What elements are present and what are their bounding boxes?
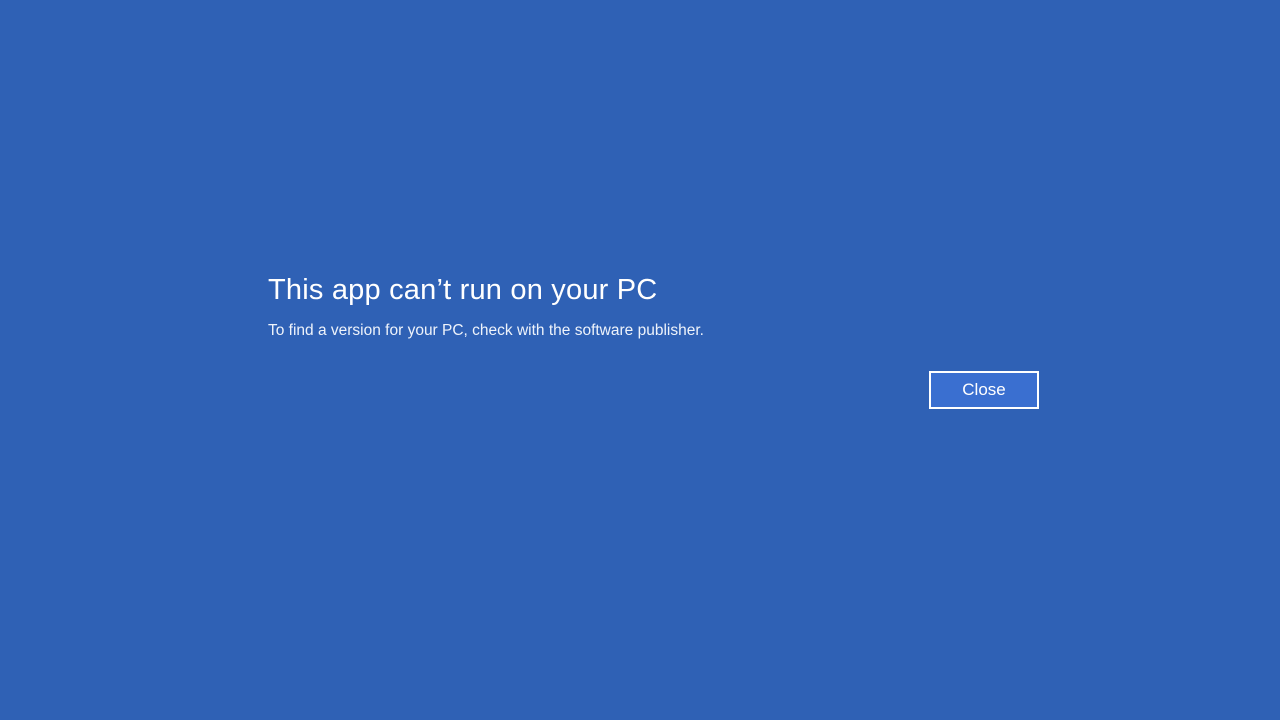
error-screen: { "dialog": { "title": "This app can’t r… <box>0 0 1280 720</box>
dialog-message: To find a version for your PC, check wit… <box>268 322 704 339</box>
app-compatibility-dialog: This app can’t run on your PC To find a … <box>268 270 1040 410</box>
close-button[interactable]: Close <box>929 371 1039 409</box>
dialog-title: This app can’t run on your PC <box>268 274 658 306</box>
